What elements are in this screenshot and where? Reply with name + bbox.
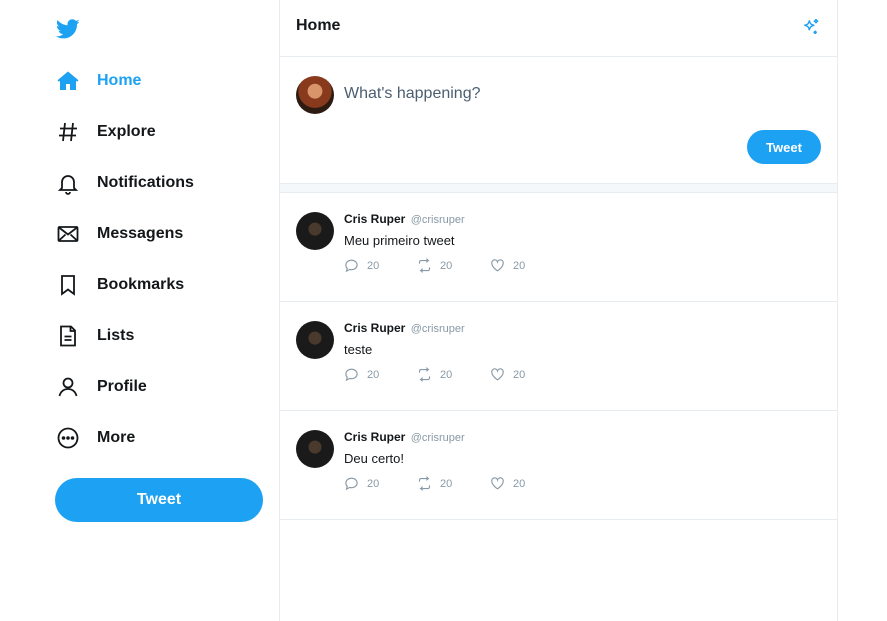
like-button[interactable]: 20 [490,476,563,491]
heart-icon [491,368,504,381]
twitter-bird-icon[interactable] [55,17,81,41]
sparkle-icon[interactable] [801,17,821,37]
envelope-icon [55,221,81,247]
reply-count: 20 [367,259,380,272]
tweet-item[interactable]: Cris Ruper @crisruper Deu certo! 20 20 2… [280,411,837,520]
feed-divider [280,184,837,193]
nav-label-messages: Messagens [97,224,184,242]
nav-label-profile: Profile [97,377,147,395]
compose-tweet-button[interactable]: Tweet [747,130,821,164]
reply-count: 20 [367,368,380,381]
reply-icon [345,259,358,273]
retweet-button[interactable]: 20 [417,258,490,273]
reply-button[interactable]: 20 [344,476,417,491]
person-icon [55,374,81,400]
nav-item-more[interactable]: More [55,412,194,463]
reply-button[interactable]: 20 [344,367,417,382]
nav-label-bookmarks: Bookmarks [97,275,185,293]
retweet-count: 20 [440,368,453,381]
tweet-actions: 20 20 20 [344,367,563,382]
reply-icon [345,368,358,382]
reply-button[interactable]: 20 [344,258,417,273]
nav-label-lists: Lists [97,326,135,344]
like-button[interactable]: 20 [490,258,563,273]
tweet-author-handle[interactable]: @crisruper [411,214,465,226]
tweet-actions: 20 20 20 [344,258,563,273]
sidebar-tweet-button[interactable]: Tweet [55,478,263,522]
nav-label-more: More [97,428,136,446]
retweet-icon [418,367,431,382]
nav-item-home[interactable]: Home [55,55,194,106]
nav-item-profile[interactable]: Profile [55,361,194,412]
nav-item-messages[interactable]: Messagens [55,208,194,259]
timeline-header: Home [280,0,837,57]
avatar [296,212,334,250]
tweet-actions: 20 20 20 [344,476,563,491]
tweet-item[interactable]: Cris Ruper @crisruper teste 20 20 20 [280,302,837,411]
retweet-button[interactable]: 20 [417,476,490,491]
bell-icon [55,170,81,196]
reply-count: 20 [367,477,380,490]
avatar [296,321,334,359]
heart-icon [491,259,504,272]
avatar [296,430,334,468]
tweet-text: Meu primeiro tweet [344,233,455,248]
nav-item-notifications[interactable]: Notifications [55,157,194,208]
avatar [296,76,334,114]
more-icon [55,425,81,451]
home-icon [55,68,81,94]
nav-label-explore: Explore [97,122,156,140]
like-count: 20 [513,259,526,272]
like-count: 20 [513,477,526,490]
main-timeline: Home Tweet Cris Ruper @crisruper Meu pri… [280,0,838,621]
retweet-button[interactable]: 20 [417,367,490,382]
bookmark-icon [55,272,81,298]
retweet-count: 20 [440,259,453,272]
app-root: Home Explore Notifications Messagens Boo… [0,0,887,621]
nav-item-lists[interactable]: Lists [55,310,194,361]
nav-label-home: Home [97,71,142,89]
tweet-header: Cris Ruper @crisruper [344,212,465,226]
list-icon [55,323,81,349]
tweet-header: Cris Ruper @crisruper [344,430,465,444]
reply-icon [345,477,358,491]
tweet-text: teste [344,342,373,357]
tweet-author-name[interactable]: Cris Ruper [344,321,405,335]
nav-label-notifications: Notifications [97,173,194,191]
primary-nav: Home Explore Notifications Messagens Boo… [55,55,194,463]
nav-item-explore[interactable]: Explore [55,106,194,157]
retweet-icon [418,476,431,491]
retweet-count: 20 [440,477,453,490]
tweet-author-name[interactable]: Cris Ruper [344,430,405,444]
hashtag-icon [55,119,81,145]
tweet-text: Deu certo! [344,451,404,466]
tweet-author-handle[interactable]: @crisruper [411,323,465,335]
retweet-icon [418,258,431,273]
tweet-author-name[interactable]: Cris Ruper [344,212,405,226]
tweet-author-handle[interactable]: @crisruper [411,432,465,444]
page-title: Home [296,17,341,34]
nav-item-bookmarks[interactable]: Bookmarks [55,259,194,310]
sidebar: Home Explore Notifications Messagens Boo… [0,0,280,621]
tweet-item[interactable]: Cris Ruper @crisruper Meu primeiro tweet… [280,193,837,302]
tweet-header: Cris Ruper @crisruper [344,321,465,335]
like-button[interactable]: 20 [490,367,563,382]
tweet-composer: Tweet [280,57,837,184]
heart-icon [491,477,504,490]
like-count: 20 [513,368,526,381]
compose-input[interactable] [344,82,814,106]
